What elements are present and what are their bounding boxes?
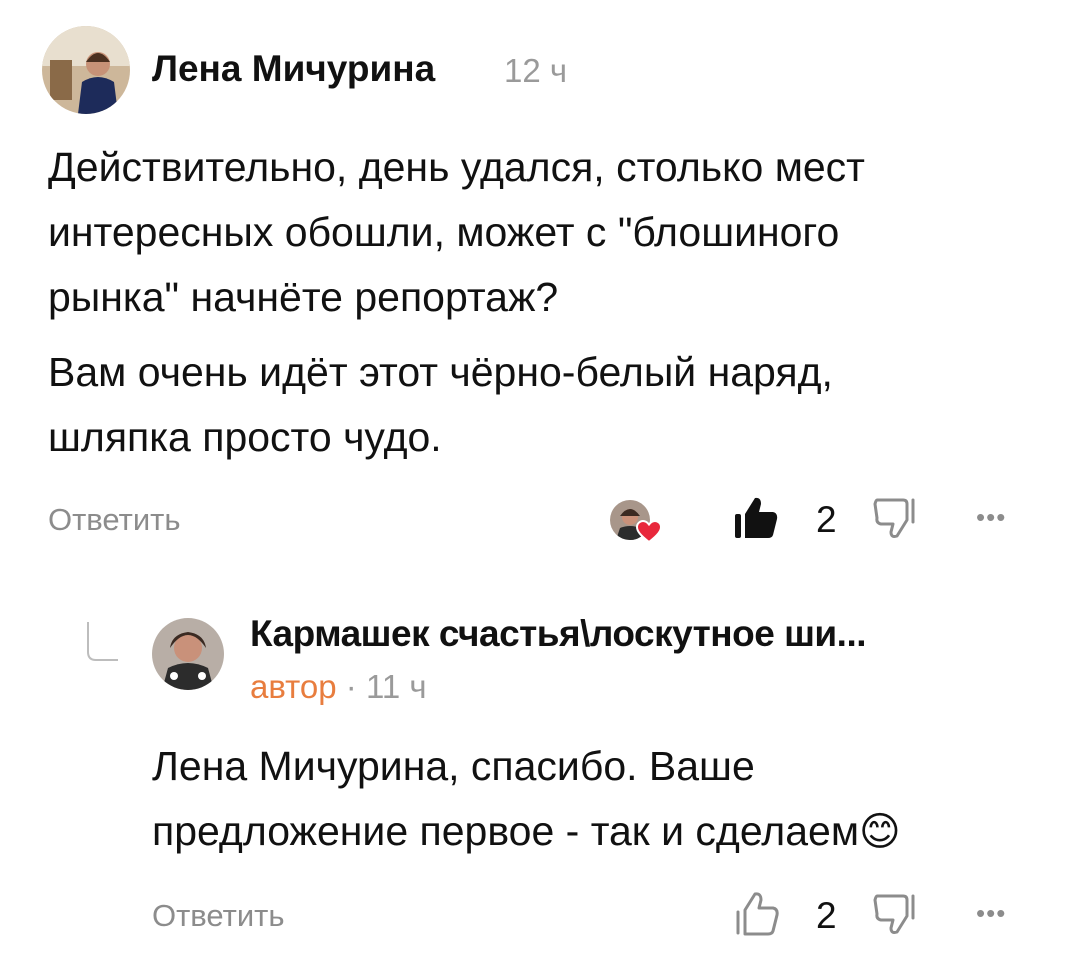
comment-paragraph: Вам очень идёт этот чёрно-белый наряд, ш…: [48, 349, 833, 460]
more-button[interactable]: •••: [976, 502, 1006, 533]
reply-button[interactable]: Ответить: [152, 898, 285, 934]
reply-text-content: Лена Мичурина, спасибо. Ваше предложение…: [152, 743, 860, 854]
thread-line-icon: [87, 622, 118, 661]
reply-meta: автор · 11 ч: [250, 668, 427, 706]
author-name[interactable]: Лена Мичурина: [152, 48, 435, 90]
comment-paragraph: Действительно, день удался, столько мест…: [48, 144, 865, 320]
avatar[interactable]: [42, 26, 130, 114]
author-badge: автор: [250, 668, 337, 705]
meta-separator: ·: [345, 668, 357, 705]
like-count: 2: [816, 895, 837, 936]
author-name[interactable]: Кармашек счастья\лоскутное ши...: [250, 613, 867, 655]
author-liked-badge: [610, 498, 666, 544]
reply-button[interactable]: Ответить: [48, 502, 181, 538]
thumbs-up-icon[interactable]: [733, 494, 779, 540]
thumbs-up-outline-icon[interactable]: [733, 890, 779, 936]
more-button[interactable]: •••: [976, 898, 1006, 929]
heart-icon: [636, 520, 662, 544]
thumbs-down-icon[interactable]: [873, 892, 917, 938]
smile-emoji-icon: 😊: [859, 810, 901, 854]
avatar[interactable]: [152, 618, 224, 690]
thumbs-down-icon[interactable]: [873, 496, 917, 542]
timestamp: 11 ч: [365, 668, 427, 705]
reply-text: Лена Мичурина, спасибо. Ваше предложение…: [152, 734, 952, 865]
timestamp: 12 ч: [504, 52, 568, 89]
comment-text: Действительно, день удался, столько мест…: [48, 135, 968, 470]
like-count: 2: [816, 499, 837, 540]
